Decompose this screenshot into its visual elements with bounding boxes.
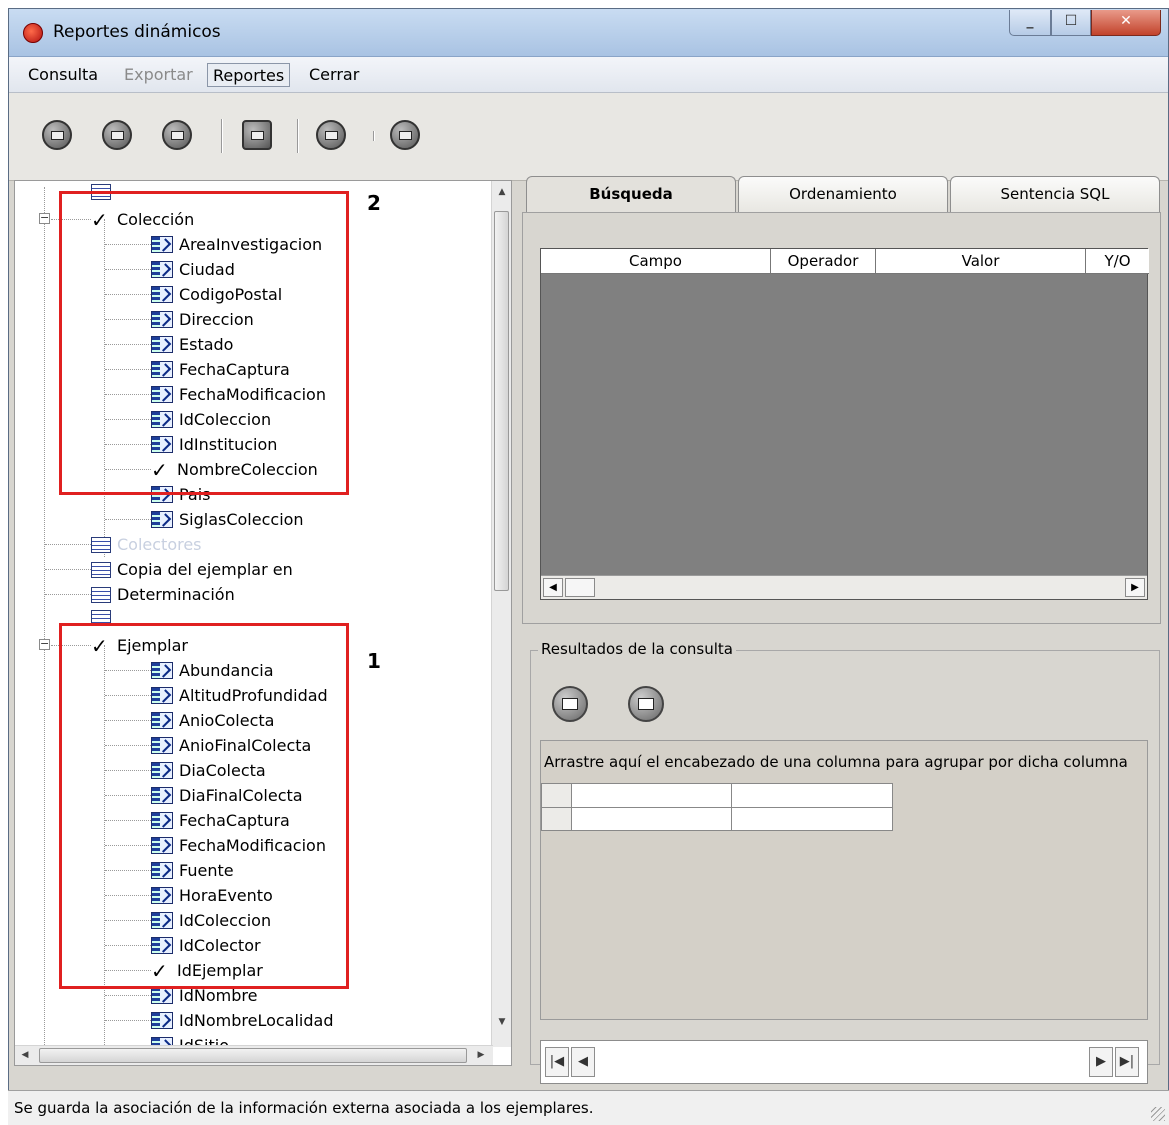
report-designer-icon [242, 120, 272, 150]
previous-record-icon[interactable]: ◀ [571, 1047, 595, 1077]
results-label: Resultados de la consulta [538, 640, 736, 658]
tree-vertical-scrollbar[interactable]: ▲ ▼ [491, 181, 511, 1047]
field-label: IdNombreLocalidad [179, 1011, 334, 1030]
column-operador[interactable]: Operador [771, 249, 876, 274]
annotation-number-2: 2 [367, 191, 381, 215]
grid-header: Campo Operador Valor Y/O [541, 249, 1149, 274]
status-bar: Se guarda la asociación de la informació… [8, 1090, 1169, 1125]
preview-button[interactable] [552, 686, 588, 722]
scroll-right-icon[interactable]: ▶ [471, 1050, 491, 1060]
preview-icon [562, 698, 578, 710]
close-button[interactable]: ✕ [1091, 10, 1161, 36]
table-tree-pane: − ✓ Colección AreaInvestigacion Ciudad Codi… [14, 180, 512, 1066]
tree-table-determinacion[interactable]: Determinación [91, 582, 235, 607]
tab-ordenamiento[interactable]: Ordenamiento [738, 176, 948, 212]
maximize-icon: ☐ [1064, 13, 1078, 29]
record-navigator: |◀ ◀ ▶ ▶| [540, 1040, 1148, 1084]
tree-view[interactable]: − ✓ Colección AreaInvestigacion Ciudad Codi… [15, 181, 493, 1047]
run-query-button[interactable] [311, 115, 351, 155]
tab-sentencia-sql[interactable]: Sentencia SQL [950, 176, 1160, 212]
close-icon: ✕ [1120, 13, 1132, 29]
field-icon [151, 511, 173, 528]
toolbar [9, 93, 1168, 181]
title-bar[interactable]: Reportes dinámicos _ ☐ ✕ [9, 9, 1168, 57]
field-icon [151, 1012, 173, 1029]
group-by-hint: Arrastre aquí el encabezado de una colum… [544, 753, 1128, 771]
menu-bar: Consulta Exportar Reportes Cerrar [9, 57, 1168, 93]
maximize-button[interactable]: ☐ [1051, 10, 1091, 36]
toolbar-separator [221, 119, 223, 153]
tree-field-idnombrelocalidad[interactable]: IdNombreLocalidad [151, 1008, 333, 1033]
results-grid[interactable] [541, 783, 893, 831]
highlight-box-ejemplar [59, 623, 349, 989]
table-icon [91, 586, 111, 603]
field-icon [151, 987, 173, 1004]
window-title: Reportes dinámicos [53, 22, 221, 42]
last-record-icon[interactable]: ▶| [1115, 1047, 1139, 1077]
scroll-up-icon[interactable]: ▲ [492, 187, 511, 197]
column-campo[interactable]: Campo [541, 249, 771, 274]
collapse-ejemplar-icon[interactable]: − [39, 638, 50, 650]
run-query-icon [316, 120, 346, 150]
scroll-thumb[interactable] [565, 578, 595, 597]
scroll-down-icon[interactable]: ▼ [492, 1017, 511, 1027]
save-as-button[interactable] [157, 115, 197, 155]
minimize-button[interactable]: _ [1009, 10, 1051, 36]
first-record-icon[interactable]: |◀ [545, 1047, 569, 1077]
tree-table-colectores[interactable]: Colectores [91, 532, 202, 557]
tree-field-siglascoleccion[interactable]: SiglasColeccion [151, 507, 304, 532]
save-as-icon [162, 120, 192, 150]
collapse-coleccion-icon[interactable]: − [39, 212, 50, 224]
app-bug-icon [23, 23, 43, 43]
open-query-button[interactable] [37, 115, 77, 155]
open-query-icon [42, 120, 72, 150]
next-record-icon[interactable]: ▶ [1089, 1047, 1113, 1077]
report-designer-button[interactable] [237, 115, 277, 155]
search-criteria-grid[interactable]: Campo Operador Valor Y/O ◀ ▶ [540, 248, 1149, 600]
grid-horizontal-scrollbar[interactable]: ◀ ▶ [541, 575, 1147, 599]
menu-consulta[interactable]: Consulta [23, 63, 103, 87]
field-label: SiglasColeccion [179, 510, 304, 529]
menu-cerrar[interactable]: Cerrar [304, 63, 364, 87]
exit-icon [390, 120, 420, 150]
tree-table-copia[interactable]: Copia del ejemplar en [91, 557, 293, 582]
status-message: Se guarda la asociación de la informació… [14, 1099, 594, 1117]
grid-view-icon [638, 698, 654, 710]
exit-button[interactable] [385, 115, 425, 155]
tree-horizontal-scrollbar[interactable]: ◀ ▶ [15, 1045, 493, 1065]
save-query-icon [102, 120, 132, 150]
scroll-left-icon[interactable]: ◀ [543, 578, 563, 597]
toolbar-separator [373, 131, 375, 141]
scroll-right-icon[interactable]: ▶ [1125, 578, 1145, 597]
scroll-thumb[interactable] [39, 1048, 467, 1063]
scroll-left-icon[interactable]: ◀ [15, 1050, 35, 1060]
menu-reportes[interactable]: Reportes [207, 63, 291, 87]
results-grid-area[interactable]: Arrastre aquí el encabezado de una colum… [540, 740, 1148, 1020]
minimize-icon: _ [1026, 13, 1034, 29]
tab-busqueda[interactable]: Búsqueda [526, 176, 736, 216]
highlight-box-coleccion [59, 191, 349, 495]
save-query-button[interactable] [97, 115, 137, 155]
annotation-number-1: 1 [367, 649, 381, 673]
column-valor[interactable]: Valor [876, 249, 1086, 274]
table-icon [91, 561, 111, 578]
table-icon [91, 536, 111, 553]
toolbar-separator [297, 119, 299, 153]
scroll-thumb[interactable] [494, 211, 509, 591]
column-y-o[interactable]: Y/O [1086, 249, 1149, 274]
resize-grip-icon[interactable] [1151, 1107, 1165, 1121]
menu-exportar[interactable]: Exportar [119, 63, 198, 87]
grid-view-button[interactable] [628, 686, 664, 722]
